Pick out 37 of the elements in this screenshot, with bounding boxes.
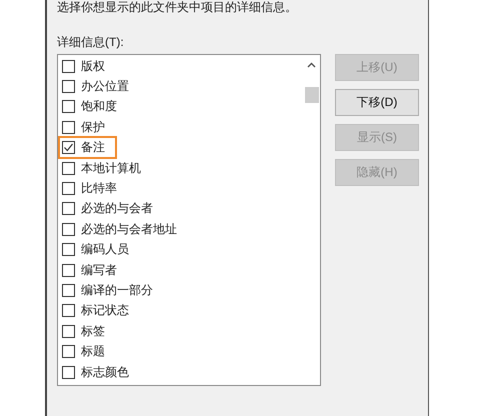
checkbox[interactable] <box>62 162 75 175</box>
item-label[interactable]: 编写者 <box>81 262 117 279</box>
item-label[interactable]: 必选的与会者 <box>81 200 153 218</box>
checkbox[interactable] <box>62 304 75 318</box>
item-label[interactable]: 标题 <box>81 343 105 360</box>
item-label[interactable]: 标志颜色 <box>81 364 129 381</box>
details-label: 详细信息(T): <box>57 35 125 49</box>
item-label[interactable]: 备注 <box>81 139 105 156</box>
checkbox[interactable] <box>62 100 75 114</box>
item-label[interactable]: 饱和度 <box>81 98 117 116</box>
checkbox[interactable] <box>62 141 75 154</box>
checkbox[interactable] <box>62 324 75 338</box>
item-label[interactable]: 必选的与会者地址 <box>81 220 177 238</box>
checkbox[interactable] <box>62 182 75 196</box>
checkbox[interactable] <box>62 366 75 379</box>
item-label[interactable]: 保护 <box>81 118 105 136</box>
item-label[interactable]: 编码人员 <box>81 241 129 258</box>
checkbox[interactable] <box>62 243 75 256</box>
item-label[interactable]: 标记状态 <box>81 302 129 320</box>
checkbox[interactable] <box>62 80 75 94</box>
item-label[interactable]: 本地计算机 <box>81 160 141 177</box>
checkbox[interactable] <box>62 60 75 73</box>
checkbox[interactable] <box>62 202 75 216</box>
item-label[interactable]: 比特率 <box>81 180 117 198</box>
checkbox[interactable] <box>62 222 75 236</box>
item-label[interactable]: 办公位置 <box>81 78 129 96</box>
checkbox[interactable] <box>62 264 75 277</box>
move-button[interactable]: 下移(D) <box>335 89 419 116</box>
checkbox[interactable] <box>62 120 75 134</box>
item-label[interactable]: 编译的一部分 <box>81 282 153 299</box>
description-text: 选择你想显示的此文件夹中项目的详细信息。 <box>57 0 298 14</box>
scroll-thumb[interactable] <box>304 87 318 103</box>
checkbox[interactable] <box>62 284 75 297</box>
scroll-up-icon[interactable] <box>307 62 316 68</box>
checkbox[interactable] <box>62 345 75 358</box>
item-label[interactable]: 标签 <box>81 322 105 340</box>
item-label[interactable]: 版权 <box>81 58 105 75</box>
